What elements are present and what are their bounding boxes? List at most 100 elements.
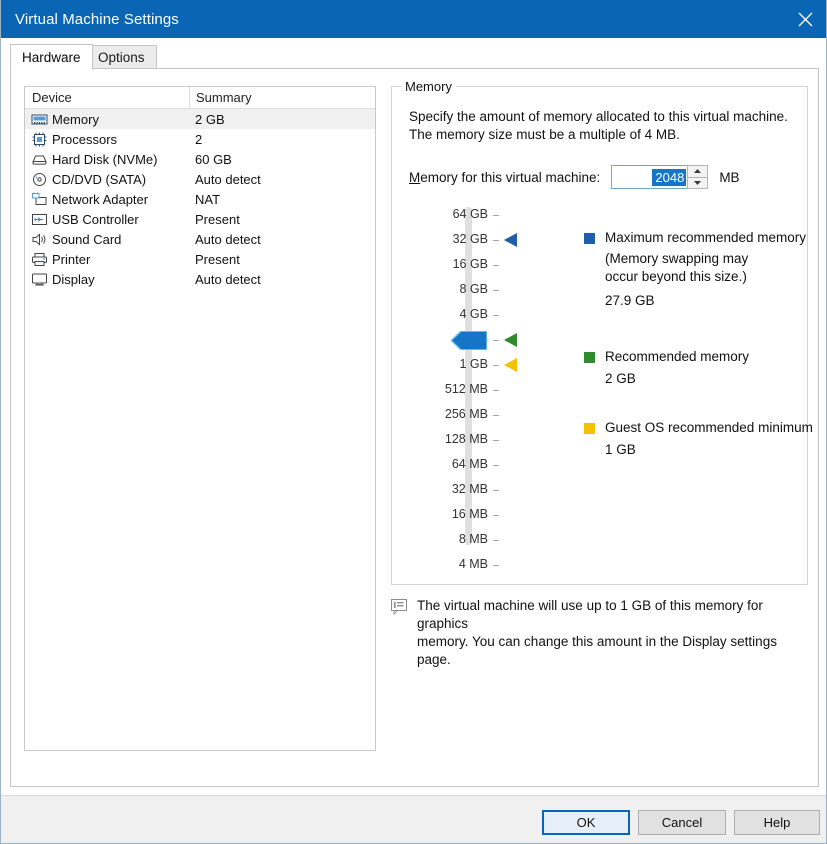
chevron-down-icon[interactable] xyxy=(687,177,709,189)
memory-description-line1: Specify the amount of memory allocated t… xyxy=(409,109,788,124)
tab-hardware[interactable]: Hardware xyxy=(10,44,93,70)
legend-swatch-maximum xyxy=(584,233,595,244)
device-row-hard-disk-nvme[interactable]: Hard Disk (NVMe) 60 GB xyxy=(25,149,375,169)
usb-icon xyxy=(31,212,48,227)
scale-tick xyxy=(493,340,499,341)
device-row-display[interactable]: Display Auto detect xyxy=(25,269,375,289)
device-name: Memory xyxy=(52,111,99,127)
column-header-device: Device xyxy=(32,90,72,105)
memory-input[interactable]: 2048 xyxy=(611,165,709,189)
hardware-tab-panel: Device Summary Memory 2 GB Processors 2 Hard… xyxy=(10,69,819,843)
scale-label: 4 GB xyxy=(459,307,489,321)
legend-note-maximum-line2: occur beyond this size.) xyxy=(605,269,747,284)
device-list-header: Device Summary xyxy=(25,87,375,109)
scale-tick xyxy=(493,315,499,316)
memory-field-label-rest: emory for this virtual machine: xyxy=(420,169,601,185)
device-summary: Present xyxy=(195,211,240,227)
scale-label: 4 MB xyxy=(458,557,488,571)
cddvd-icon xyxy=(31,172,48,187)
scale-tick xyxy=(493,240,499,241)
legend-note-maximum-line1: (Memory swapping may xyxy=(605,251,749,266)
device-row-network-adapter[interactable]: Network Adapter NAT xyxy=(25,189,375,209)
scale-label: 512 MB xyxy=(444,382,488,396)
graphics-memory-note-line2: memory. You can change this amount in th… xyxy=(417,634,777,667)
column-header-summary: Summary xyxy=(189,87,375,108)
memory-description-line2: The memory size must be a multiple of 4 … xyxy=(409,127,680,142)
scale-label: 32 MB xyxy=(451,482,488,496)
device-list[interactable]: Device Summary Memory 2 GB Processors 2 Hard… xyxy=(24,86,376,751)
device-name: Printer xyxy=(52,251,91,267)
legend-title-recommended: Recommended memory xyxy=(605,349,750,364)
device-list-body: Memory 2 GB Processors 2 Hard Disk (NVMe) 60 … xyxy=(25,109,375,289)
scale-tick xyxy=(493,265,499,266)
display-icon xyxy=(31,272,48,287)
legend-value-recommended: 2 GB xyxy=(605,371,636,386)
device-row-sound-card[interactable]: Sound Card Auto detect xyxy=(25,229,375,249)
tab-strip: Hardware Options xyxy=(10,44,819,70)
device-row-memory[interactable]: Memory 2 GB xyxy=(25,109,375,129)
memory-group-title: Memory xyxy=(401,79,456,94)
legend-item-recommended: Recommended memory 2 GB xyxy=(584,349,749,386)
scale-tick xyxy=(493,365,499,366)
legend-item-maximum: Maximum recommended memory (Memory swapp… xyxy=(584,230,806,308)
close-icon[interactable] xyxy=(782,0,826,38)
memory-field-label: Memory for this virtual machine: xyxy=(409,170,600,185)
device-summary: Present xyxy=(195,251,240,267)
graphics-memory-note-line1: The virtual machine will use up to 1 GB … xyxy=(417,598,763,631)
scale-label: 256 MB xyxy=(444,407,488,421)
legend-title-maximum: Maximum recommended memory xyxy=(605,230,807,245)
cancel-button[interactable]: Cancel xyxy=(638,810,726,835)
scale-tick xyxy=(493,465,499,466)
device-row-cd-dvd-sata[interactable]: CD/DVD (SATA) Auto detect xyxy=(25,169,375,189)
device-name: Sound Card xyxy=(52,231,122,247)
chevron-up-icon[interactable] xyxy=(687,165,709,178)
sound-icon xyxy=(31,232,48,247)
memory-group-box: Memory Specify the amount of memory allo… xyxy=(391,79,813,585)
device-summary: NAT xyxy=(195,191,221,207)
device-summary: 60 GB xyxy=(195,151,232,167)
legend-note-maximum: (Memory swapping may occur beyond this s… xyxy=(605,250,806,286)
memory-unit-label: MB xyxy=(719,169,740,185)
scale-tick xyxy=(493,490,499,491)
dialog-button-bar: OK Cancel Help xyxy=(1,795,826,843)
legend-swatch-minimum xyxy=(584,423,595,434)
device-summary: Auto detect xyxy=(195,231,261,247)
scale-label: 16 MB xyxy=(451,507,488,521)
memory-icon xyxy=(31,112,48,127)
ok-button[interactable]: OK xyxy=(542,810,630,835)
window-title: Virtual Machine Settings xyxy=(15,10,179,28)
graphics-memory-note: The virtual machine will use up to 1 GB … xyxy=(391,597,811,669)
device-name: Display xyxy=(52,271,95,287)
scale-label: 64 GB xyxy=(452,207,488,221)
device-summary: Auto detect xyxy=(195,271,261,287)
memory-field-label-mnemonic: M xyxy=(409,169,421,185)
memory-input-value: 2048 xyxy=(652,168,687,186)
scale-tick xyxy=(493,415,499,416)
help-button[interactable]: Help xyxy=(734,810,820,835)
info-callout-icon xyxy=(391,599,408,616)
scale-label: 64 MB xyxy=(451,457,488,471)
scale-tick xyxy=(493,515,499,516)
scale-tick xyxy=(493,440,499,441)
device-row-printer[interactable]: Printer Present xyxy=(25,249,375,269)
legend-swatch-recommended xyxy=(584,352,595,363)
graphics-memory-note-text: The virtual machine will use up to 1 GB … xyxy=(417,597,811,669)
legend-value-maximum: 27.9 GB xyxy=(605,293,655,308)
legend-item-minimum: Guest OS recommended minimum 1 GB xyxy=(584,420,813,457)
device-name: Hard Disk (NVMe) xyxy=(52,151,158,167)
printer-icon xyxy=(31,252,48,267)
scale-label: 8 MB xyxy=(458,532,488,546)
processor-icon xyxy=(31,132,48,147)
device-summary: Auto detect xyxy=(195,171,261,187)
scale-label: 128 MB xyxy=(444,432,488,446)
device-row-usb-controller[interactable]: USB Controller Present xyxy=(25,209,375,229)
device-name: Network Adapter xyxy=(52,191,149,207)
memory-spinner xyxy=(687,165,709,189)
scale-label: 1 GB xyxy=(459,357,489,371)
title-bar: Virtual Machine Settings xyxy=(1,0,826,38)
memory-slider-thumb[interactable] xyxy=(449,330,488,351)
harddisk-icon xyxy=(31,152,48,167)
tab-options[interactable]: Options xyxy=(86,45,157,69)
device-row-processors[interactable]: Processors 2 xyxy=(25,129,375,149)
legend-title-minimum: Guest OS recommended minimum xyxy=(605,420,813,435)
